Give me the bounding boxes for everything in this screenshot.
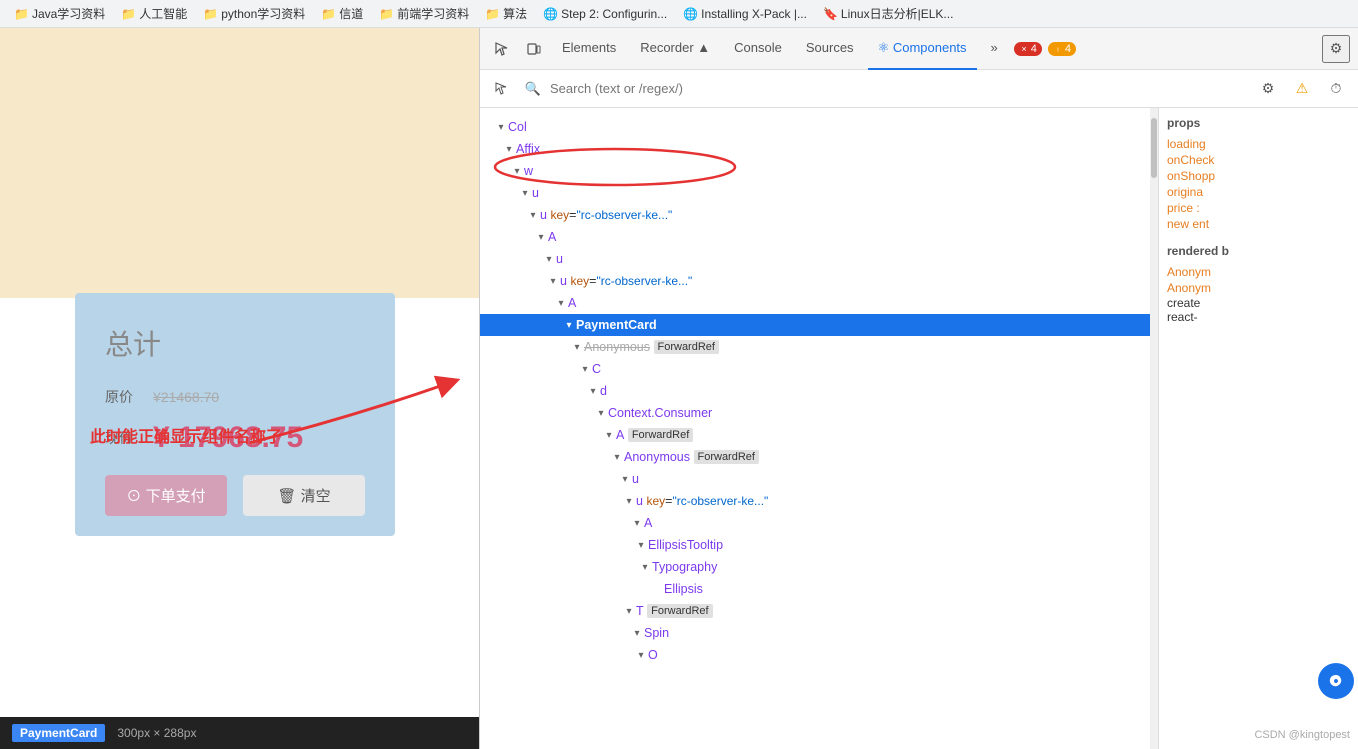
tree-node-u1[interactable]: ▾ u bbox=[480, 182, 1150, 204]
rendered-title: rendered b bbox=[1167, 244, 1350, 258]
error-badge: ✕ 4 bbox=[1014, 42, 1042, 56]
original-price-row: 原价 ¥21468.70 bbox=[105, 387, 365, 407]
tree-node-c[interactable]: ▾ C bbox=[480, 358, 1150, 380]
clear-button[interactable]: 🗑 清空 bbox=[243, 475, 365, 516]
order-button[interactable]: ⊙ 下单支付 bbox=[105, 475, 227, 516]
prop-oncheck[interactable]: onCheck bbox=[1167, 152, 1350, 168]
props-section-title: props bbox=[1167, 116, 1350, 130]
component-name-badge: PaymentCard bbox=[12, 724, 105, 742]
tab-console[interactable]: Console bbox=[724, 28, 792, 70]
tab-elements[interactable]: Elements bbox=[552, 28, 626, 70]
tree-node-typography[interactable]: ▾ Typography bbox=[480, 556, 1150, 578]
current-price-row: 现价 ¥ 17968.75 bbox=[105, 421, 365, 455]
tree-node-u2[interactable]: ▾ u key = "rc-observer-ke..." bbox=[480, 204, 1150, 226]
tree-node-a3[interactable]: ▾ A bbox=[480, 512, 1150, 534]
left-panel: 总计 原价 ¥21468.70 现价 ¥ 17968.75 ⊙ 下单支付 🗑 清… bbox=[0, 28, 480, 749]
bookmark-python[interactable]: 📁 python学习资料 bbox=[197, 3, 311, 24]
tree-scrollbar[interactable] bbox=[1150, 108, 1158, 749]
rendered-create: create bbox=[1167, 296, 1350, 310]
tree-node-u5[interactable]: ▾ u bbox=[480, 468, 1150, 490]
float-action-button[interactable] bbox=[1318, 663, 1354, 699]
tree-node-affix[interactable]: ▾ Affix bbox=[480, 138, 1150, 160]
tree-node-o[interactable]: ▾ O bbox=[480, 644, 1150, 666]
bookmark-java[interactable]: 📁 Java学习资料 bbox=[8, 3, 111, 24]
rendered-section: rendered b Anonym Anonym create react- bbox=[1167, 244, 1350, 324]
rendered-anonym1[interactable]: Anonym bbox=[1167, 264, 1350, 280]
bookmarks-bar: 📁 Java学习资料 📁 人工智能 📁 python学习资料 📁 信道 📁 前端… bbox=[0, 0, 1358, 28]
scrollbar-thumb[interactable] bbox=[1151, 118, 1157, 178]
bookmark-frontend[interactable]: 📁 前端学习资料 bbox=[373, 3, 475, 24]
card-buttons: ⊙ 下单支付 🗑 清空 bbox=[105, 475, 365, 516]
page-header-bg bbox=[0, 28, 479, 298]
svg-text:✕: ✕ bbox=[1021, 46, 1027, 53]
tree-node-spin[interactable]: ▾ Spin bbox=[480, 622, 1150, 644]
bookmark-channel[interactable]: 📁 信道 bbox=[315, 3, 369, 24]
prop-newentry[interactable]: new ent bbox=[1167, 216, 1350, 232]
tree-node-t-fwd[interactable]: ▾ T ForwardRef bbox=[480, 600, 1150, 622]
inspect-element-button[interactable] bbox=[488, 35, 516, 63]
prop-price[interactable]: price : bbox=[1167, 200, 1350, 216]
component-size: 300px × 288px bbox=[117, 726, 196, 740]
tree-node-a-fwd[interactable]: ▾ A ForwardRef bbox=[480, 424, 1150, 446]
rendered-react: react- bbox=[1167, 310, 1350, 324]
main-layout: 总计 原价 ¥21468.70 现价 ¥ 17968.75 ⊙ 下单支付 🗑 清… bbox=[0, 28, 1358, 749]
tree-node-col[interactable]: ▾ Col bbox=[480, 116, 1150, 138]
bookmark-step2[interactable]: 🌐 Step 2: Configurin... bbox=[537, 5, 673, 23]
total-card-title: 总计 bbox=[105, 323, 365, 363]
tree-node-ellipsis[interactable]: Ellipsis bbox=[480, 578, 1150, 600]
select-element-button[interactable] bbox=[488, 75, 516, 103]
original-price: ¥21468.70 bbox=[153, 389, 219, 405]
bookmark-elk[interactable]: 🔖 Linux日志分析|ELK... bbox=[817, 3, 959, 24]
current-price: ¥ 17968.75 bbox=[153, 421, 303, 455]
component-tree: ▾ Col ▾ Affix ▾ w bbox=[480, 108, 1150, 749]
tree-node-a2[interactable]: ▾ A bbox=[480, 292, 1150, 314]
tab-components[interactable]: ⚛ Components bbox=[868, 28, 977, 70]
tab-sources[interactable]: Sources bbox=[796, 28, 864, 70]
tree-node-context-consumer[interactable]: ▾ Context.Consumer bbox=[480, 402, 1150, 424]
rendered-anonym2[interactable]: Anonym bbox=[1167, 280, 1350, 296]
tab-recorder[interactable]: Recorder ▲ bbox=[630, 28, 720, 70]
csdn-watermark: CSDN @kingtopest bbox=[1254, 729, 1350, 741]
tree-wrapper: ▾ Col ▾ Affix ▾ w bbox=[480, 108, 1158, 749]
devtools-panel: Elements Recorder ▲ Console Sources ⚛ Co… bbox=[480, 28, 1358, 749]
search-timer-button[interactable]: ⏱ bbox=[1322, 75, 1350, 103]
search-warn-button[interactable]: ⚠ bbox=[1288, 75, 1316, 103]
tree-node-u6[interactable]: ▾ u key = "rc-observer-ke..." bbox=[480, 490, 1150, 512]
bookmark-xpack[interactable]: 🌐 Installing X-Pack |... bbox=[677, 5, 813, 23]
props-panel: props loading onCheck onShopp origina pr… bbox=[1158, 108, 1358, 749]
devtools-toolbar: Elements Recorder ▲ Console Sources ⚛ Co… bbox=[480, 28, 1358, 70]
devtools-content: ▾ Col ▾ Affix ▾ w bbox=[480, 108, 1358, 749]
warn-badge: ! 4 bbox=[1048, 42, 1076, 56]
tab-more[interactable]: » bbox=[981, 28, 1008, 70]
devtools-settings-button[interactable]: ⚙ bbox=[1322, 35, 1350, 63]
prop-onshopp[interactable]: onShopp bbox=[1167, 168, 1350, 184]
tree-node-anonymous-fwd2[interactable]: ▾ Anonymous ForwardRef bbox=[480, 446, 1150, 468]
search-settings-button[interactable]: ⚙ bbox=[1254, 75, 1282, 103]
tree-node-paymentcard[interactable]: ▾ PaymentCard bbox=[480, 314, 1150, 336]
search-input[interactable] bbox=[550, 81, 1248, 96]
tree-node-w[interactable]: ▾ w bbox=[480, 160, 1150, 182]
devtools-search-bar: 🔍 ⚙ ⚠ ⏱ bbox=[480, 70, 1358, 108]
tree-node-a1[interactable]: ▾ A bbox=[480, 226, 1150, 248]
tree-node-d[interactable]: ▾ d bbox=[480, 380, 1150, 402]
tree-node-u3[interactable]: ▾ u bbox=[480, 248, 1150, 270]
prop-origina[interactable]: origina bbox=[1167, 184, 1350, 200]
tree-node-anonymous-fwd1[interactable]: ▾ Anonymous ForwardRef bbox=[480, 336, 1150, 358]
bookmark-ai[interactable]: 📁 人工智能 bbox=[115, 3, 193, 24]
search-icon: 🔍 bbox=[522, 78, 544, 100]
total-card: 总计 原价 ¥21468.70 现价 ¥ 17968.75 ⊙ 下单支付 🗑 清… bbox=[75, 293, 395, 536]
bookmark-algorithm[interactable]: 📁 算法 bbox=[479, 3, 533, 24]
tree-node-ellipsistooltip[interactable]: ▾ EllipsisTooltip bbox=[480, 534, 1150, 556]
prop-loading[interactable]: loading bbox=[1167, 136, 1350, 152]
device-toolbar-button[interactable] bbox=[520, 35, 548, 63]
component-label-bar: PaymentCard 300px × 288px bbox=[0, 717, 479, 749]
tree-node-u4[interactable]: ▾ u key = "rc-observer-ke..." bbox=[480, 270, 1150, 292]
